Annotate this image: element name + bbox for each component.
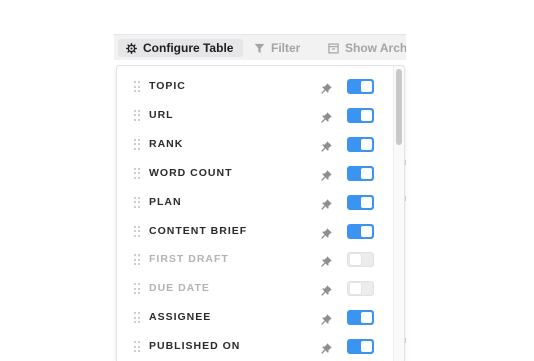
drag-handle-icon[interactable]	[134, 81, 140, 92]
column-label: URL	[149, 108, 174, 121]
toggle-knob	[361, 138, 372, 150]
drag-handle-icon[interactable]	[134, 341, 140, 353]
column-visibility-toggle[interactable]	[347, 107, 374, 123]
filter-label: Filter	[271, 41, 301, 55]
scrollbar-thumb[interactable]	[396, 69, 402, 145]
column-visibility-toggle[interactable]	[347, 79, 374, 94]
drag-handle-icon[interactable]	[134, 225, 140, 237]
drag-handle-icon[interactable]	[134, 254, 140, 266]
configure-table-button[interactable]: Configure Table	[118, 39, 244, 57]
column-row: URL	[117, 101, 387, 130]
pin-icon[interactable]	[321, 168, 333, 181]
drag-handle-icon[interactable]	[134, 196, 140, 208]
show-archived-button[interactable]: Show Archi	[328, 39, 406, 57]
column-label: RANK	[149, 137, 184, 150]
column-row: CONTENT BRIEF	[117, 217, 387, 246]
column-visibility-toggle[interactable]	[347, 165, 374, 181]
pin-icon[interactable]	[321, 283, 333, 296]
column-label: ASSIGNEE	[149, 311, 212, 324]
pin-icon[interactable]	[321, 81, 333, 94]
column-row: TOPIC	[117, 72, 387, 101]
column-row: RANK	[117, 130, 387, 159]
toggle-knob	[361, 109, 372, 121]
pin-icon[interactable]	[321, 197, 333, 210]
drag-handle-icon[interactable]	[134, 138, 140, 150]
archive-box-icon	[328, 43, 339, 54]
pin-icon[interactable]	[321, 110, 333, 123]
drag-handle-icon[interactable]	[134, 167, 140, 179]
toggle-knob	[361, 81, 372, 92]
column-row: WORD COUNT	[117, 159, 387, 188]
toggle-knob	[361, 341, 372, 353]
column-label: CONTENT BRIEF	[149, 224, 248, 237]
column-visibility-toggle[interactable]	[347, 194, 374, 210]
column-label: PLAN	[149, 195, 182, 208]
column-label: WORD COUNT	[149, 166, 233, 179]
column-row: DUE DATE	[117, 274, 387, 303]
toggle-knob	[361, 225, 372, 237]
configure-table-panel: TOPIC URL RANK WORD COUNT PLAN CONTENT BRIEF F…	[116, 65, 405, 361]
drag-handle-icon[interactable]	[134, 283, 140, 295]
pin-icon[interactable]	[321, 341, 333, 354]
toggle-knob	[350, 254, 361, 266]
column-visibility-toggle[interactable]	[347, 310, 374, 326]
panel-scrollbar[interactable]	[393, 66, 404, 361]
pin-icon[interactable]	[321, 139, 333, 152]
configure-table-label: Configure Table	[143, 41, 234, 55]
column-visibility-toggle[interactable]	[347, 136, 374, 152]
column-row: ASSIGNEE	[117, 303, 387, 332]
column-label: PUBLISHED ON	[149, 340, 241, 353]
pin-icon[interactable]	[321, 226, 333, 239]
filter-button[interactable]: Filter	[254, 39, 300, 57]
funnel-icon	[254, 43, 265, 54]
column-row: FIRST DRAFT	[117, 245, 387, 274]
column-visibility-toggle[interactable]	[347, 281, 374, 297]
app-stage: Configure Table Filter Show Archi TOPIC …	[0, 0, 534, 361]
show-archived-label: Show Archi	[345, 41, 406, 55]
toggle-knob	[350, 283, 361, 295]
column-row: PLAN	[117, 188, 387, 217]
toggle-knob	[361, 312, 372, 324]
column-row: PUBLISHED ON	[117, 332, 387, 361]
column-label: TOPIC	[149, 80, 186, 92]
table-toolbar: Configure Table Filter Show Archi	[114, 34, 406, 60]
drag-handle-icon[interactable]	[134, 109, 140, 121]
column-label: FIRST DRAFT	[149, 253, 229, 266]
toggle-knob	[361, 196, 372, 208]
column-visibility-toggle[interactable]	[347, 339, 374, 355]
column-label: DUE DATE	[149, 282, 210, 295]
toggle-knob	[361, 167, 372, 179]
pin-icon[interactable]	[321, 312, 333, 325]
pin-icon[interactable]	[321, 254, 333, 268]
column-visibility-toggle[interactable]	[347, 252, 374, 268]
gear-icon	[126, 42, 137, 54]
drag-handle-icon[interactable]	[134, 312, 140, 324]
column-visibility-toggle[interactable]	[347, 223, 374, 239]
